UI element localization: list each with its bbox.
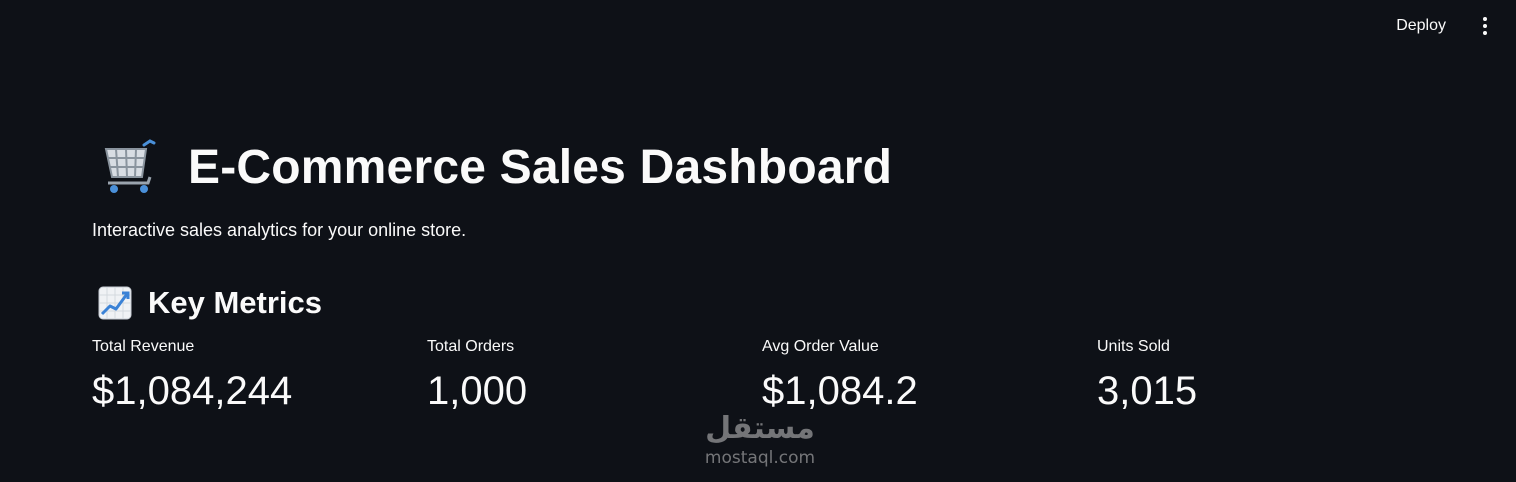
- watermark-arabic: مستقل: [705, 411, 815, 446]
- kebab-menu-icon[interactable]: [1478, 13, 1492, 39]
- metric-value: 3,015: [1097, 369, 1198, 413]
- chart-increasing-icon: [98, 286, 132, 320]
- metric-total-orders: Total Orders 1,000: [427, 335, 762, 414]
- metric-units-sold: Units Sold 3,015: [1097, 335, 1432, 414]
- toolbar: Deploy: [1384, 0, 1516, 52]
- section-title: Key Metrics: [148, 285, 323, 320]
- deploy-button[interactable]: Deploy: [1384, 11, 1458, 41]
- key-metrics-header: Key Metrics: [92, 281, 1432, 325]
- shopping-cart-icon: [104, 139, 156, 193]
- watermark-latin: mostaql.com: [704, 448, 816, 468]
- metric-value: $1,084.2: [762, 369, 918, 413]
- metric-value: 1,000: [427, 369, 528, 413]
- main-content: E-Commerce Sales Dashboard Interactive s…: [92, 132, 1432, 414]
- metrics-row: Total Revenue $1,084,244 Total Orders 1,…: [92, 335, 1432, 414]
- page-header: E-Commerce Sales Dashboard: [92, 132, 1432, 202]
- page-subtitle: Interactive sales analytics for your onl…: [92, 220, 467, 240]
- metric-label: Units Sold: [1097, 338, 1170, 355]
- metric-label: Total Orders: [427, 338, 515, 355]
- watermark: مستقل mostaql.com: [690, 411, 830, 469]
- metric-label: Avg Order Value: [762, 338, 879, 355]
- app-root: Deploy E-Commerce Sales Dashboard Intera…: [0, 0, 1516, 482]
- page-title: E-Commerce Sales Dashboard: [188, 140, 893, 194]
- metric-label: Total Revenue: [92, 338, 195, 355]
- metric-value: $1,084,244: [92, 369, 293, 413]
- metric-total-revenue: Total Revenue $1,084,244: [92, 335, 427, 414]
- metric-avg-order-value: Avg Order Value $1,084.2: [762, 335, 1097, 414]
